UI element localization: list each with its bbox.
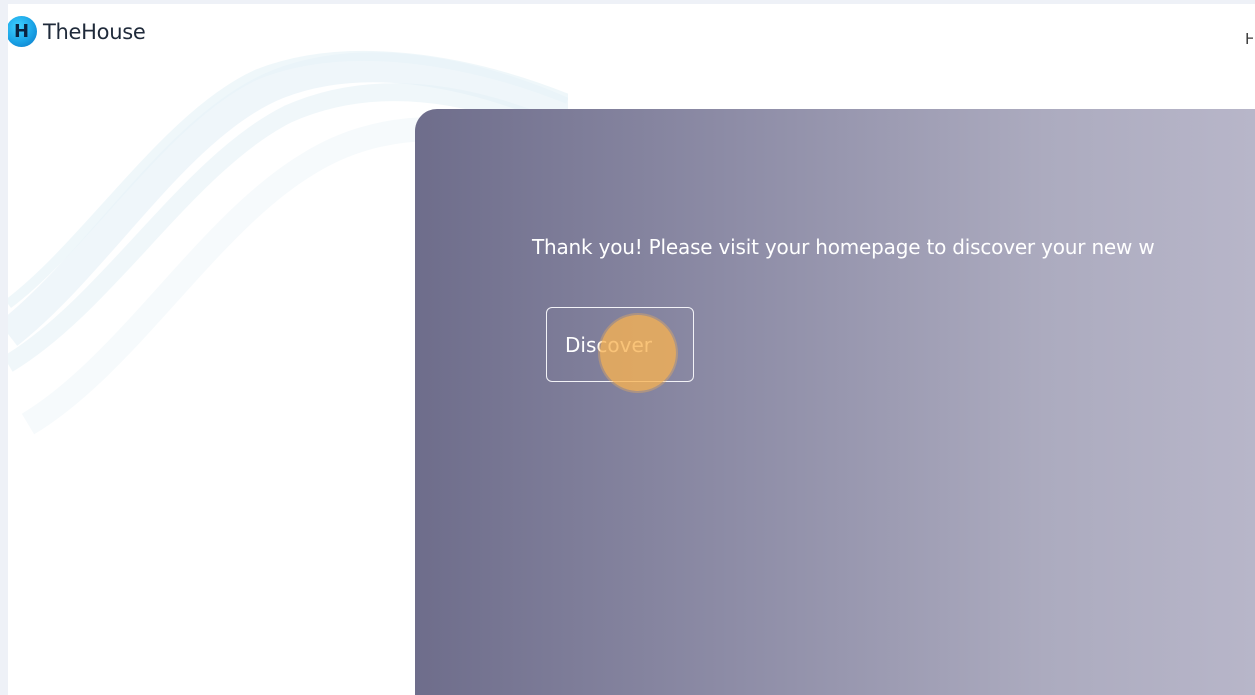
site-name: TheHouse <box>43 19 146 44</box>
nav-link-truncated[interactable]: H <box>1245 30 1253 48</box>
discover-button[interactable]: Discover <box>546 307 694 382</box>
confirmation-panel: Thank you! Please visit your homepage to… <box>415 109 1255 695</box>
site-logo[interactable]: H TheHouse <box>8 16 146 47</box>
house-logo-icon: H <box>8 16 37 47</box>
page-frame: H TheHouse H Thank you! Please visit you… <box>8 4 1255 695</box>
confirmation-message: Thank you! Please visit your homepage to… <box>532 235 1155 259</box>
